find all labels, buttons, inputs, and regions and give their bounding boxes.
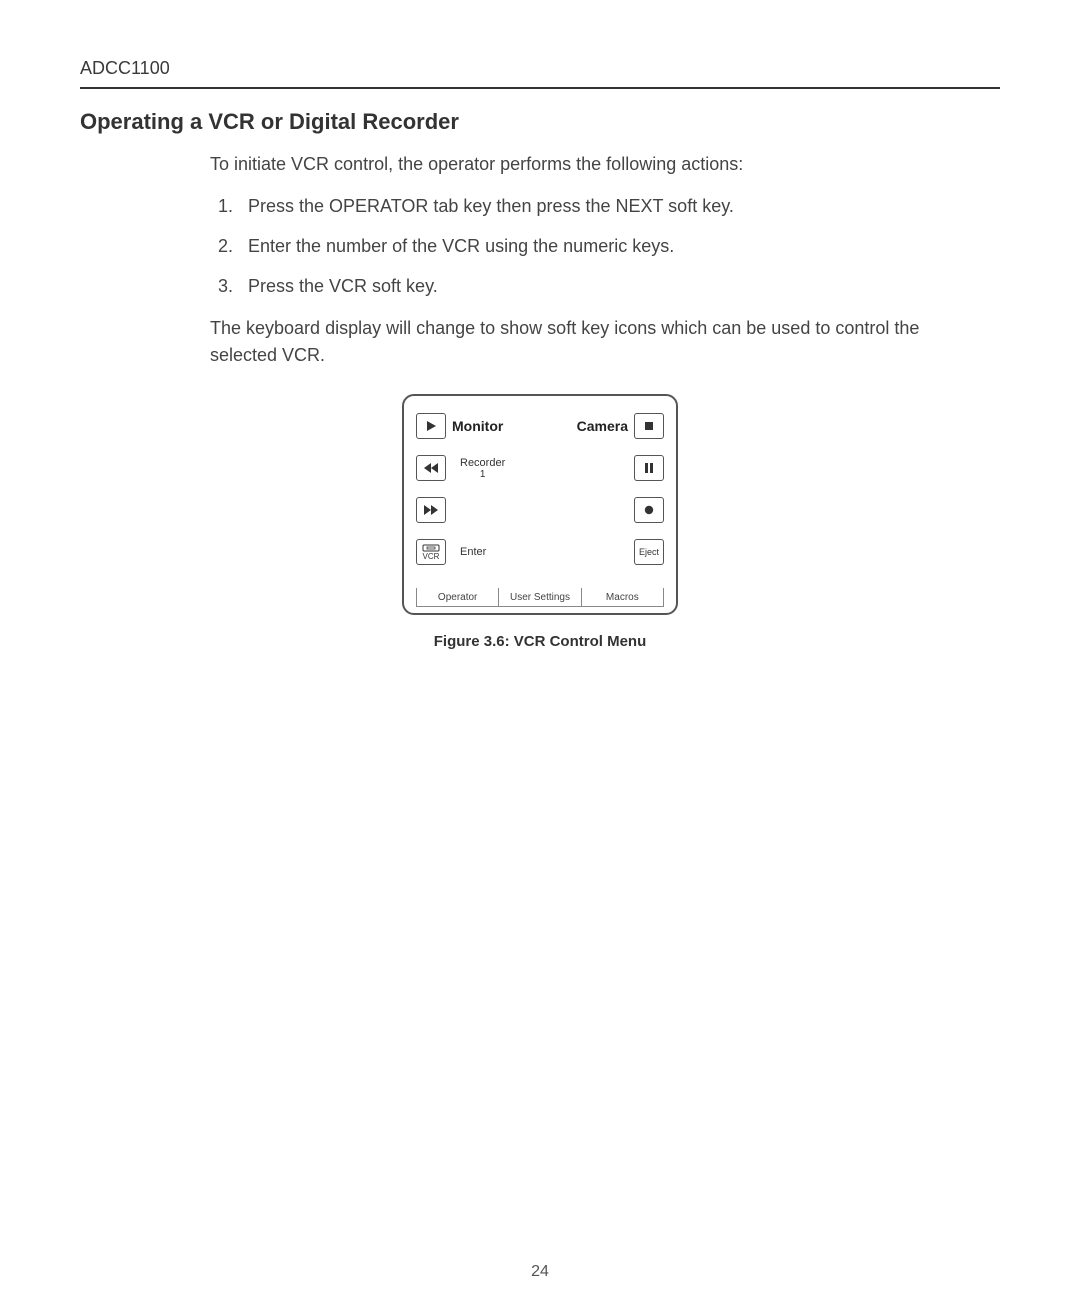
intro-paragraph: To initiate VCR control, the operator pe… bbox=[210, 151, 930, 179]
recorder-number: 1 bbox=[480, 469, 486, 480]
steps-list: Press the OPERATOR tab key then press th… bbox=[210, 193, 930, 301]
vcr-icon-label: VCR bbox=[423, 553, 440, 561]
panel-row-2: Recorder 1 bbox=[416, 450, 664, 486]
record-icon[interactable] bbox=[634, 497, 664, 523]
panel-row-3 bbox=[416, 492, 664, 528]
panel-row-1: Monitor Camera bbox=[416, 408, 664, 444]
tab-user-settings[interactable]: User Settings bbox=[498, 588, 580, 607]
tab-macros[interactable]: Macros bbox=[581, 588, 664, 607]
step-item: Enter the number of the VCR using the nu… bbox=[238, 233, 930, 261]
camera-label: Camera bbox=[577, 418, 628, 434]
eject-button[interactable]: Eject bbox=[634, 539, 664, 565]
figure-wrap: Monitor Camera Recorder bbox=[80, 394, 1000, 650]
document-header-id: ADCC1100 bbox=[80, 58, 1000, 89]
eject-label: Eject bbox=[639, 547, 659, 557]
page-number: 24 bbox=[0, 1263, 1080, 1281]
step-item: Press the VCR soft key. bbox=[238, 273, 930, 301]
post-steps-paragraph: The keyboard display will change to show… bbox=[210, 315, 930, 371]
enter-label: Enter bbox=[460, 546, 486, 558]
monitor-label: Monitor bbox=[452, 418, 503, 434]
section-body: To initiate VCR control, the operator pe… bbox=[210, 151, 930, 370]
figure-caption: Figure 3.6: VCR Control Menu bbox=[434, 633, 647, 650]
panel-row-4: VCR Enter Eject bbox=[416, 534, 664, 570]
fast-forward-icon[interactable] bbox=[416, 497, 446, 523]
panel-tabs: Operator User Settings Macros bbox=[416, 588, 664, 607]
vcr-control-panel: Monitor Camera Recorder bbox=[402, 394, 678, 615]
tab-operator[interactable]: Operator bbox=[416, 588, 498, 607]
pause-icon[interactable] bbox=[634, 455, 664, 481]
step-item: Press the OPERATOR tab key then press th… bbox=[238, 193, 930, 221]
recorder-label: Recorder bbox=[460, 457, 505, 469]
document-page: ADCC1100 Operating a VCR or Digital Reco… bbox=[0, 0, 1080, 1311]
stop-icon[interactable] bbox=[634, 413, 664, 439]
section-title: Operating a VCR or Digital Recorder bbox=[80, 109, 1000, 135]
rewind-icon[interactable] bbox=[416, 455, 446, 481]
vcr-icon[interactable]: VCR bbox=[416, 539, 446, 565]
play-icon[interactable] bbox=[416, 413, 446, 439]
